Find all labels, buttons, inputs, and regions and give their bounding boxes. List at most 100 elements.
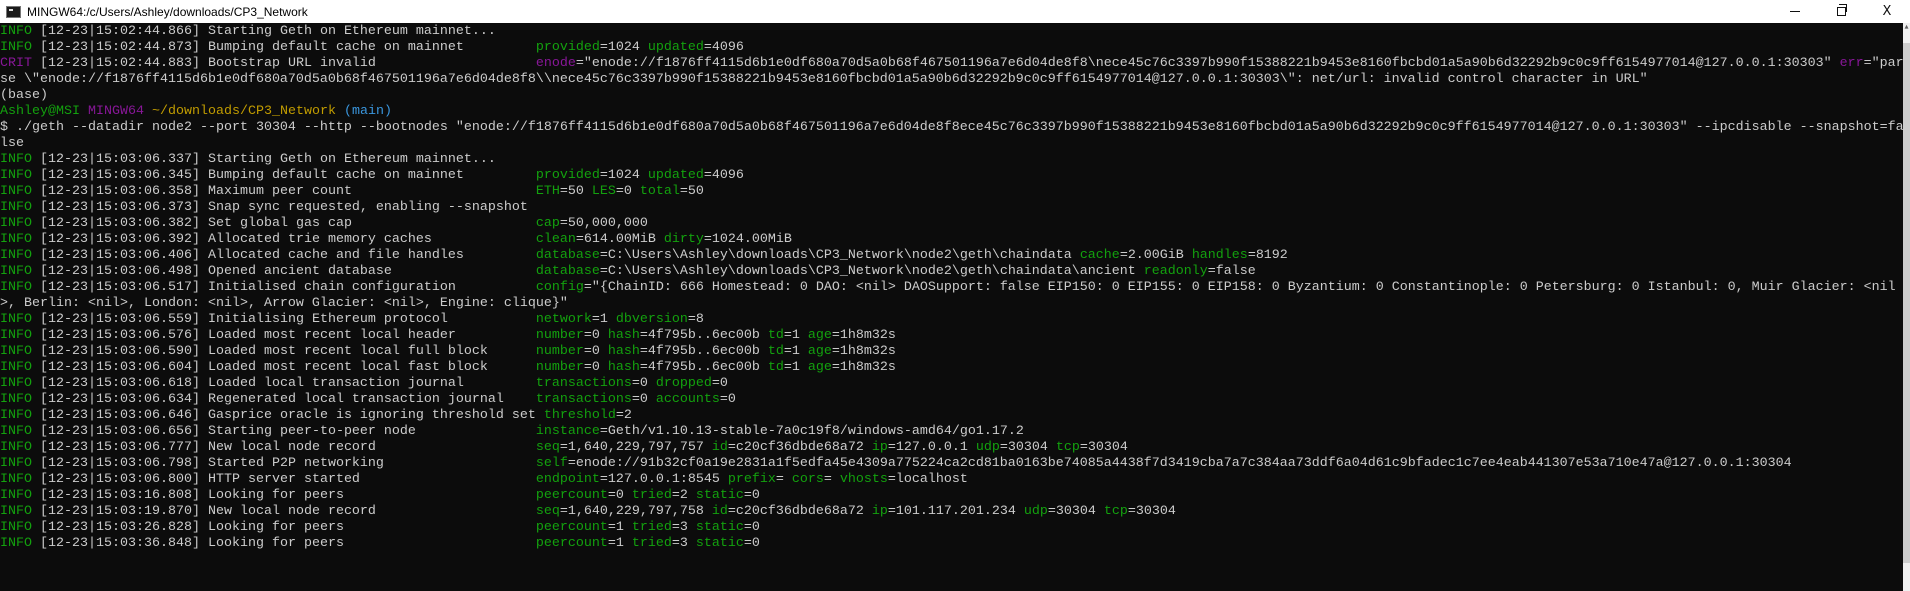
restore-button[interactable]: [1818, 0, 1864, 23]
log-field-equals: =: [831, 328, 840, 343]
log-field-key: ip: [871, 504, 888, 519]
log-timestamp: [12-23|15:02:44.873]: [32, 40, 208, 55]
log-timestamp: [12-23|15:03:06.800]: [32, 472, 208, 487]
log-line: INFO [12-23|15:03:06.800] HTTP server st…: [0, 472, 1904, 488]
log-field-value: enode://91b32cf0a19e2831a1f5edfa45e4309a…: [575, 456, 1792, 471]
log-level: INFO: [0, 40, 32, 55]
close-button[interactable]: X: [1864, 0, 1910, 23]
log-field-key: self: [535, 456, 568, 471]
log-field-equals: =: [743, 520, 752, 535]
log-line: INFO [12-23|15:03:06.798] Started P2P ne…: [0, 456, 1904, 472]
log-field-equals: =: [607, 536, 616, 551]
log-line: INFO [12-23|15:03:26.828] Looking for pe…: [0, 520, 1904, 536]
log-line: INFO [12-23|15:03:06.337] Starting Geth …: [0, 152, 1904, 168]
terminal-app-icon[interactable]: [6, 5, 21, 18]
log-field-value: C:\Users\Ashley\downloads\CP3_Network\no…: [607, 248, 1080, 263]
log-level: INFO: [0, 392, 32, 407]
log-level: INFO: [0, 408, 32, 423]
vertical-scrollbar[interactable]: ▲: [1903, 23, 1910, 591]
log-field-equals: =: [607, 488, 616, 503]
log-field-key: tcp: [1103, 504, 1128, 519]
log-message: Bumping default cache on mainnet: [207, 40, 536, 55]
log-field-key: seq: [535, 440, 560, 455]
log-message: Starting Geth on Ethereum mainnet...: [207, 24, 496, 39]
log-field-value: [784, 472, 792, 487]
log-line: CRIT [12-23|15:02:44.883] Bootstrap URL …: [0, 56, 1904, 88]
log-field-equals: =: [631, 376, 640, 391]
log-field-value: c20cf36dbde68a72: [735, 504, 872, 519]
log-message: Looking for peers: [207, 488, 536, 503]
log-level: INFO: [0, 536, 32, 551]
log-field-key: transactions: [535, 376, 632, 391]
terminal-line: $ ./geth --datadir node2 --port 30304 --…: [0, 120, 1904, 152]
log-field-equals: =: [559, 216, 568, 231]
log-field-key: ip: [871, 440, 888, 455]
log-field-key: tried: [631, 520, 672, 535]
log-field-key: udp: [1023, 504, 1048, 519]
log-timestamp: [12-23|15:03:06.656]: [32, 424, 208, 439]
window-titlebar[interactable]: MINGW64:/c/Users/Ashley/downloads/CP3_Ne…: [0, 0, 1910, 23]
log-field-equals: =: [703, 40, 712, 55]
log-field-equals: =: [687, 312, 696, 327]
log-field-key: dropped: [655, 376, 712, 391]
log-field-value: 1024.00MiB: [711, 232, 792, 247]
log-field-value: 2: [679, 488, 696, 503]
log-message: Starting Geth on Ethereum mainnet...: [207, 152, 496, 167]
log-field-key: peercount: [535, 520, 608, 535]
log-level: INFO: [0, 456, 32, 471]
log-message: Set global gas cap: [207, 216, 536, 231]
log-field-key: cors: [791, 472, 824, 487]
log-field-value: C:\Users\Ashley\downloads\CP3_Network\no…: [607, 264, 1144, 279]
log-field-value: 0: [639, 392, 656, 407]
terminal-output[interactable]: INFO [12-23|15:02:44.866] Starting Geth …: [0, 24, 1904, 591]
log-level: INFO: [0, 328, 32, 343]
prompt-host: MINGW64: [87, 104, 144, 119]
log-field-value: 127.0.0.1:8545: [607, 472, 728, 487]
log-level: CRIT: [0, 56, 32, 71]
log-field-key: tried: [631, 488, 672, 503]
log-line: INFO [12-23|15:03:06.382] Set global gas…: [0, 216, 1904, 232]
log-message: Initialised chain configuration: [207, 280, 536, 295]
scrollbar-thumb[interactable]: [1903, 43, 1910, 563]
log-field-equals: =: [575, 56, 584, 71]
log-level: INFO: [0, 360, 32, 375]
log-field-key: database: [535, 248, 600, 263]
log-field-value: 0: [751, 488, 760, 503]
log-field-value: 4f795b..6ec00b: [647, 328, 768, 343]
log-message: HTTP server started: [207, 472, 536, 487]
log-field-equals: =: [583, 344, 592, 359]
log-level: INFO: [0, 440, 32, 455]
log-message: Regenerated local transaction journal: [207, 392, 536, 407]
log-field-equals: =: [727, 440, 736, 455]
log-message: Initialising Ethereum protocol: [207, 312, 536, 327]
log-timestamp: [12-23|15:03:06.618]: [32, 376, 208, 391]
log-message: Loaded most recent local header: [207, 328, 536, 343]
log-timestamp: [12-23|15:03:06.392]: [32, 232, 208, 247]
log-field-value: 127.0.0.1: [895, 440, 976, 455]
log-field-value: 1: [791, 328, 808, 343]
log-line: INFO [12-23|15:03:06.634] Regenerated lo…: [0, 392, 1904, 408]
log-message: Maximum peer count: [207, 184, 536, 199]
log-field-key: number: [535, 328, 584, 343]
terminal-line: (base): [0, 88, 1904, 104]
log-field-key: total: [639, 184, 680, 199]
log-field-value: 4f795b..6ec00b: [647, 360, 768, 375]
log-field-key: number: [535, 360, 584, 375]
log-field-key: ETH: [535, 184, 560, 199]
log-field-key: provided: [535, 168, 600, 183]
log-field-equals: =: [599, 424, 608, 439]
log-field-value: 1: [615, 520, 632, 535]
scroll-up-arrow-icon[interactable]: ▲: [1904, 25, 1909, 30]
log-message: Allocated cache and file handles: [207, 248, 536, 263]
log-field-key: peercount: [535, 488, 608, 503]
minimize-button[interactable]: [1772, 0, 1818, 23]
log-field-value: 0: [591, 344, 608, 359]
close-icon: X: [1882, 4, 1892, 19]
log-field-key: age: [807, 360, 832, 375]
log-level: INFO: [0, 520, 32, 535]
log-field-key: clean: [535, 232, 576, 247]
log-field-equals: =: [743, 536, 752, 551]
log-field-value: 30304: [1007, 440, 1056, 455]
log-field-value: 0: [727, 392, 736, 407]
log-timestamp: [12-23|15:03:06.798]: [32, 456, 208, 471]
